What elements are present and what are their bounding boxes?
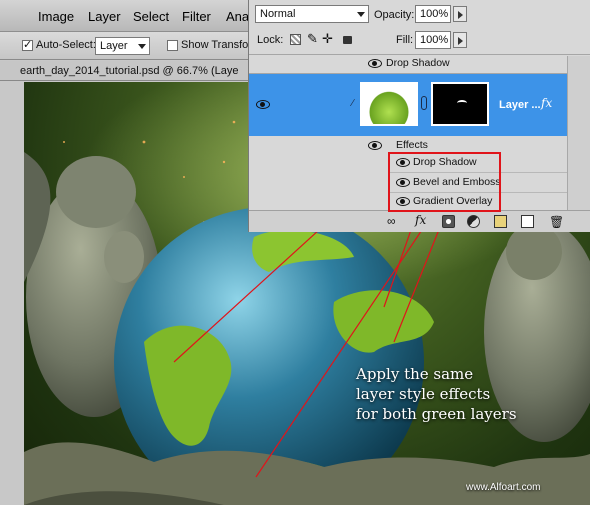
menu-filter[interactable]: Filter <box>182 9 211 24</box>
link-icon[interactable] <box>421 96 427 110</box>
chevron-down-icon <box>138 44 146 49</box>
layers-panel: Normal Opacity: 100% Lock: ✎ ✛ Fill: 100… <box>248 0 590 232</box>
menu-layer[interactable]: Layer <box>88 9 121 24</box>
eye-icon[interactable] <box>396 158 410 167</box>
chevron-right-icon <box>458 11 463 19</box>
eye-icon[interactable] <box>368 59 382 68</box>
layer-name[interactable]: Layer ... <box>499 99 541 111</box>
prev-effect-label: Drop Shadow <box>386 57 450 69</box>
fill-slider-button[interactable] <box>453 32 467 48</box>
opacity-field[interactable]: 100% <box>415 5 451 23</box>
auto-select-target-dropdown[interactable]: Layer <box>95 37 150 55</box>
chevron-right-icon <box>458 37 463 45</box>
auto-select-target-value: Layer <box>100 40 128 52</box>
layer-mask-thumbnail[interactable] <box>431 82 489 126</box>
effects-label: Effects <box>396 139 428 151</box>
lock-label: Lock: <box>257 34 284 46</box>
eye-icon[interactable] <box>368 141 382 150</box>
eye-icon[interactable] <box>396 178 410 187</box>
caption-line-1: Apply the same <box>356 365 474 383</box>
new-layer-icon[interactable] <box>521 215 534 228</box>
caption-line-3: for both green layers <box>356 405 517 423</box>
document-tab-title: earth_day_2014_tutorial.psd @ 66.7% (Lay… <box>20 65 239 77</box>
fill-label: Fill: <box>396 34 414 46</box>
document-tab[interactable]: earth_day_2014_tutorial.psd @ 66.7% (Lay… <box>0 61 248 81</box>
watermark: www.Alfoart.com <box>466 482 541 493</box>
show-transform-label: Show Transfor <box>181 39 252 51</box>
blend-mode-dropdown[interactable]: Normal <box>255 5 369 23</box>
effect-label: Gradient Overlay <box>413 195 493 207</box>
lock-transparent-icon[interactable] <box>290 34 301 45</box>
effect-label: Bevel and Emboss <box>413 176 501 188</box>
chevron-down-icon <box>357 12 365 17</box>
caption-line-2: layer style effects <box>356 385 491 403</box>
link-layers-icon[interactable]: ∞ <box>387 214 400 228</box>
fill-field[interactable]: 100% <box>415 31 451 49</box>
eye-icon[interactable] <box>396 197 410 206</box>
layers-scrollbar[interactable] <box>567 56 590 210</box>
fill-value: 100% <box>420 34 449 46</box>
add-mask-icon[interactable] <box>442 215 455 228</box>
lock-all-icon[interactable] <box>343 36 352 44</box>
eye-icon[interactable] <box>256 100 270 109</box>
trash-icon[interactable]: 🗑 <box>549 215 564 229</box>
new-group-icon[interactable] <box>494 215 507 228</box>
lock-move-icon[interactable]: ✛ <box>322 31 333 47</box>
fx-badge[interactable]: fx <box>541 96 552 110</box>
layer-thumbnail[interactable] <box>360 82 418 126</box>
lock-brush-icon[interactable]: ✎ <box>307 31 318 47</box>
prev-layer-effect-row[interactable]: Drop Shadow <box>249 55 590 73</box>
blend-mode-value: Normal <box>260 8 296 20</box>
auto-select-checkbox[interactable] <box>22 38 33 51</box>
mask-shape <box>457 100 467 106</box>
menu-select[interactable]: Select <box>133 9 169 24</box>
canvas-caption: Apply the same layer style effects for b… <box>356 364 556 424</box>
effect-item-gradient-overlay[interactable]: Gradient Overlay <box>389 192 589 212</box>
show-transform-checkbox[interactable] <box>167 40 178 51</box>
menu-image[interactable]: Image <box>38 9 74 24</box>
opacity-value: 100% <box>420 8 449 20</box>
opacity-label: Opacity: <box>374 9 415 21</box>
auto-select-label: Auto-Select: <box>36 39 96 51</box>
effect-item-drop-shadow[interactable]: Drop Shadow <box>389 153 589 173</box>
layers-panel-footer: ∞ fx 🗑 <box>249 210 590 232</box>
adjustment-layer-icon[interactable] <box>467 215 480 228</box>
selected-layer-row[interactable]: ∕ Layer ... fx <box>249 74 567 136</box>
opacity-slider-button[interactable] <box>453 6 467 22</box>
effect-item-bevel-emboss[interactable]: Bevel and Emboss <box>389 173 589 193</box>
brush-icon: ∕ <box>352 98 354 109</box>
add-layer-style-icon[interactable]: fx <box>415 213 428 227</box>
effect-label: Drop Shadow <box>413 156 477 168</box>
